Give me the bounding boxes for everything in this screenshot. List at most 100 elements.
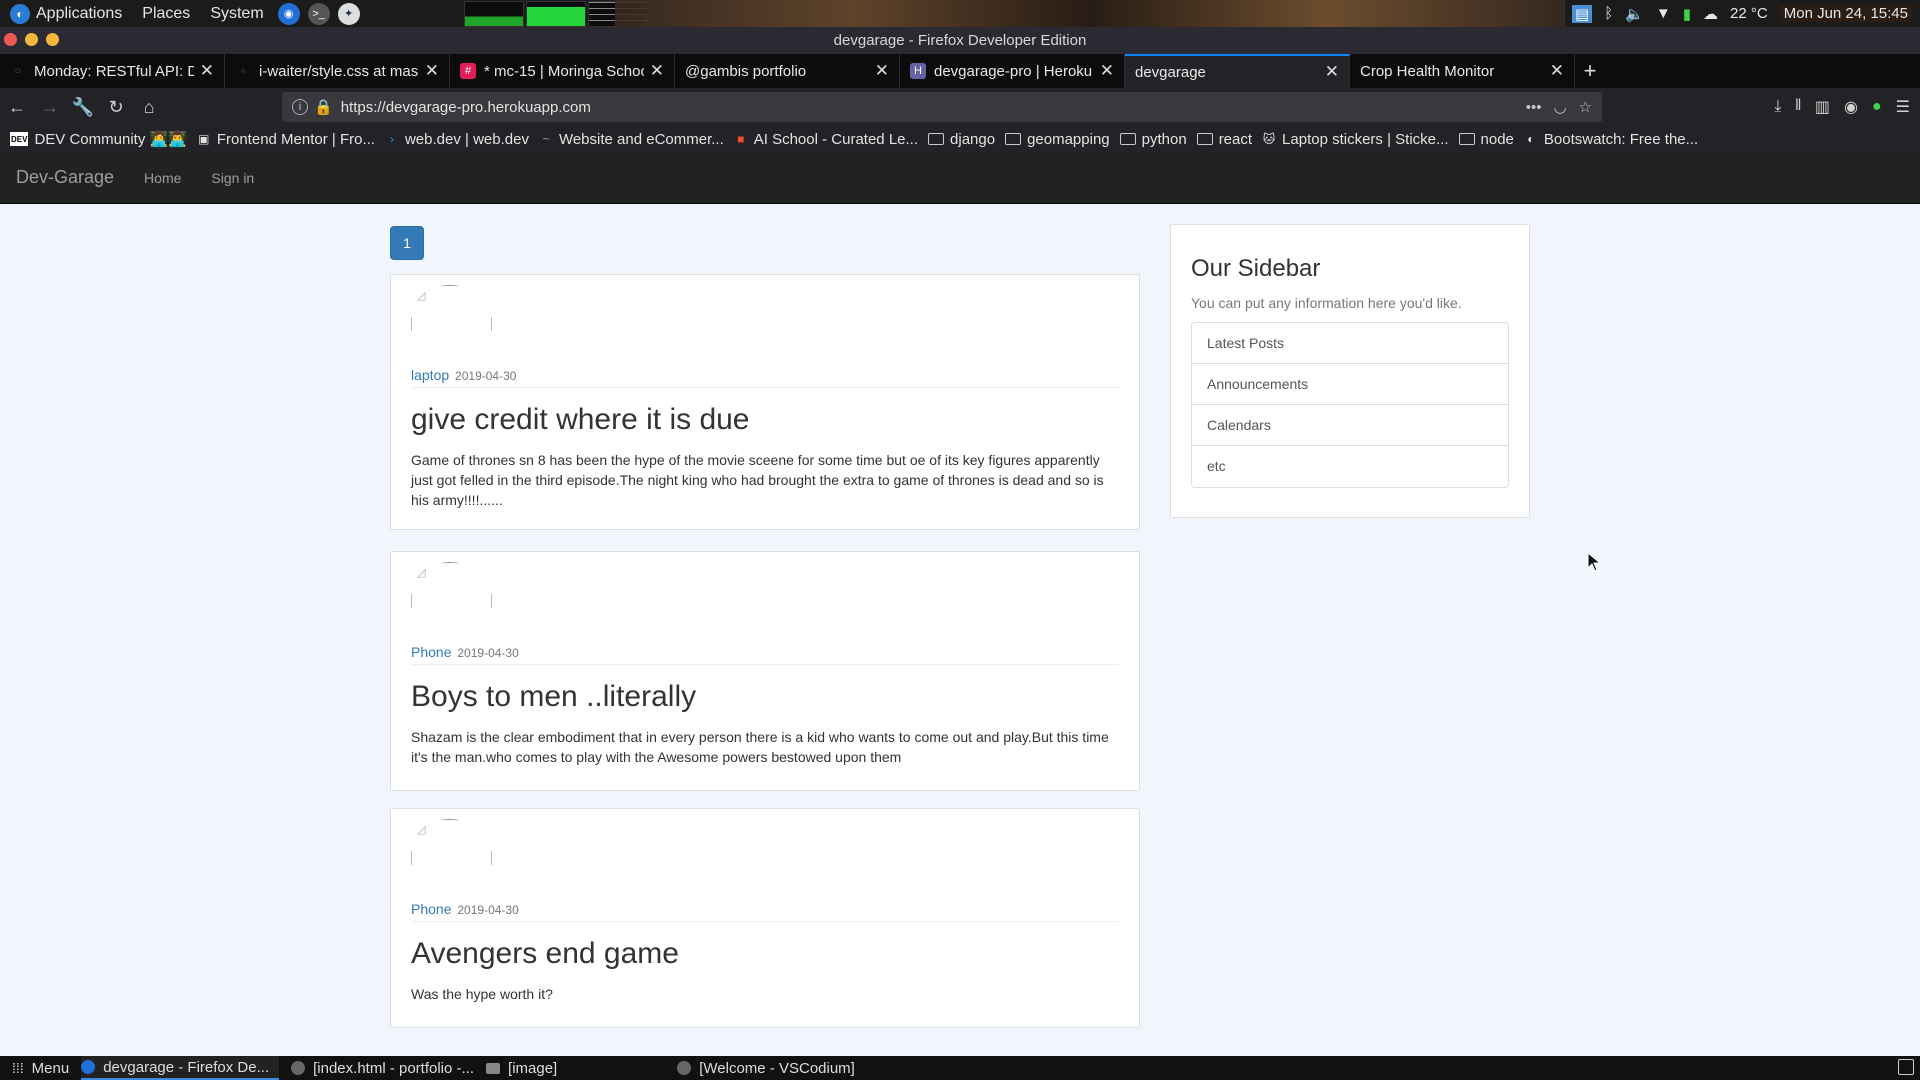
nav-link-home[interactable]: Home: [144, 170, 181, 186]
post-card: ◿ Phone 2019-04-30 Avengers end game Was…: [390, 808, 1140, 1028]
close-tab-icon[interactable]: ✕: [875, 61, 889, 81]
bookmark-ai-school[interactable]: ■ AI School - Curated Le...: [734, 131, 918, 148]
extension-icon[interactable]: ●: [1872, 98, 1882, 116]
tab-i-waiter[interactable]: ● i-waiter/style.css at mas ✕: [225, 54, 450, 88]
close-tab-icon[interactable]: ✕: [650, 61, 664, 81]
reload-button[interactable]: ↻: [100, 91, 132, 123]
close-tab-icon[interactable]: ✕: [1325, 62, 1339, 82]
close-tab-icon[interactable]: ✕: [425, 61, 439, 81]
site-brand[interactable]: Dev-Garage: [16, 167, 114, 188]
close-tab-icon[interactable]: ✕: [1550, 61, 1564, 81]
bookmark-folder-django[interactable]: django: [928, 131, 995, 148]
developer-tools-icon[interactable]: 🔧: [67, 91, 99, 123]
new-tab-button[interactable]: +: [1575, 54, 1605, 88]
lock-icon[interactable]: 🔒: [314, 98, 333, 116]
post-excerpt: Shazam is the clear embodiment that in e…: [411, 729, 1109, 765]
close-window-button[interactable]: [4, 33, 17, 46]
bookmark-website-ecommerce[interactable]: ~ Website and eCommer...: [539, 131, 723, 148]
bookmark-folder-python[interactable]: python: [1119, 131, 1187, 148]
weather-icon[interactable]: ☁: [1703, 5, 1718, 23]
bookmark-laptop-stickers[interactable]: 🐱 Laptop stickers | Sticke...: [1262, 131, 1449, 148]
bluetooth-icon[interactable]: ᛒ: [1604, 5, 1613, 22]
home-button[interactable]: ⌂: [133, 91, 165, 123]
nav-link-sign-in[interactable]: Sign in: [211, 170, 254, 186]
bookmark-folder-react[interactable]: react: [1196, 130, 1253, 148]
post-category-link[interactable]: Phone: [411, 901, 451, 917]
divider: [411, 387, 1119, 388]
taskbar-item-firefox[interactable]: devgarage - Firefox De...: [81, 1056, 280, 1080]
close-tab-icon[interactable]: ✕: [1100, 61, 1114, 81]
back-button[interactable]: ←: [1, 91, 33, 123]
hamburger-menu-icon[interactable]: ☰: [1896, 97, 1910, 117]
pagination-page-1[interactable]: 1: [390, 226, 424, 260]
bookmark-star-icon[interactable]: ☆: [1579, 98, 1592, 116]
forward-button[interactable]: →: [34, 91, 66, 123]
bookmark-dev-community[interactable]: DEV DEV Community 👩‍💻👨‍💻: [10, 130, 187, 148]
tab-crop-health-monitor[interactable]: Crop Health Monitor ✕: [1350, 54, 1575, 88]
sidebar-panel: Our Sidebar You can put any information …: [1170, 224, 1530, 518]
notes-icon[interactable]: ▤: [1572, 4, 1593, 23]
post-date: 2019-04-30: [455, 369, 517, 383]
tab-gambis-portfolio[interactable]: @gambis portfolio ✕: [675, 54, 900, 88]
taskbar: ⁞⁞⁞ Menu devgarage - Firefox De... [inde…: [0, 1056, 1920, 1080]
system-menu[interactable]: System: [200, 0, 273, 27]
sidebar-item-etc[interactable]: etc: [1192, 446, 1508, 487]
pocket-icon[interactable]: ◡: [1553, 98, 1566, 116]
tab-mc-15[interactable]: # * mc-15 | Moringa Schoo ✕: [450, 54, 675, 88]
github-icon: ●: [239, 65, 247, 77]
folder-icon: [1119, 133, 1136, 145]
show-desktop-icon[interactable]: [1898, 1059, 1914, 1075]
sidebar-toggle-icon[interactable]: ▥: [1815, 97, 1830, 117]
bookmark-label: react: [1218, 130, 1253, 148]
post-title[interactable]: Avengers end game: [411, 937, 679, 971]
library-icon[interactable]: 𝍪: [1795, 94, 1800, 121]
taskbar-menu-button[interactable]: ⁞⁞⁞ Menu: [12, 1060, 69, 1077]
vscodium-icon[interactable]: ✦: [337, 2, 360, 25]
firefox-icon[interactable]: ◉: [277, 2, 300, 25]
bookmark-web-dev[interactable]: › web.dev | web.dev: [385, 131, 529, 148]
terminal-icon[interactable]: >_: [307, 2, 330, 25]
battery-icon[interactable]: ▮: [1683, 5, 1691, 23]
sidebar-item-announcements[interactable]: Announcements: [1192, 364, 1508, 405]
applications-menu[interactable]: ◐ Applications: [0, 0, 132, 27]
post-category-link[interactable]: Phone: [411, 644, 451, 660]
vscodium-icon: [677, 1061, 692, 1075]
site-info-icon[interactable]: i: [292, 99, 308, 115]
minimize-window-button[interactable]: [25, 33, 38, 46]
clock[interactable]: Mon Jun 24, 15:45: [1779, 5, 1912, 22]
sticker-icon: 🐱: [1262, 132, 1276, 146]
frontend-mentor-icon: ▣: [198, 132, 210, 146]
downloads-icon[interactable]: ⤓: [1774, 98, 1781, 116]
tab-heroku[interactable]: H devgarage-pro | Heroku ✕: [900, 54, 1125, 88]
post-title[interactable]: give credit where it is due: [411, 403, 750, 437]
post-category-link[interactable]: laptop: [411, 367, 449, 383]
tab-devgarage[interactable]: devgarage ✕: [1125, 54, 1350, 88]
tab-restful-api[interactable]: ○ Monday: RESTful API: Dj ✕: [0, 54, 225, 88]
sidebar-item-calendars[interactable]: Calendars: [1192, 405, 1508, 446]
sidebar-item-latest-posts[interactable]: Latest Posts: [1192, 323, 1508, 364]
url-bar[interactable]: i 🔒 https://devgarage-pro.herokuapp.com …: [282, 92, 1602, 122]
wifi-icon[interactable]: ▼: [1656, 5, 1671, 22]
taskbar-item-vscodium-index[interactable]: [index.html - portfolio -...: [291, 1060, 474, 1077]
url-text[interactable]: https://devgarage-pro.herokuapp.com: [341, 99, 1514, 116]
weather-temperature[interactable]: 22 °C: [1730, 5, 1768, 22]
bookmark-bootswatch[interactable]: ◐ Bootswatch: Free the...: [1524, 131, 1698, 148]
slack-icon: #: [460, 63, 476, 79]
bookmark-label: django: [950, 130, 996, 148]
post-title[interactable]: Boys to men ..literally: [411, 680, 696, 714]
bookmark-frontend-mentor[interactable]: ▣ Frontend Mentor | Fro...: [197, 131, 375, 148]
bookmark-folder-geomapping[interactable]: geomapping: [1005, 131, 1110, 148]
site-navbar: Dev-Garage Home Sign in: [0, 152, 1920, 204]
taskbar-item-image-folder[interactable]: [image]: [486, 1060, 557, 1077]
places-menu[interactable]: Places: [132, 0, 200, 27]
close-tab-icon[interactable]: ✕: [200, 61, 214, 81]
taskbar-item-vscodium-welcome[interactable]: [Welcome - VSCodium]: [677, 1060, 855, 1077]
divider: [411, 664, 1119, 665]
window-titlebar[interactable]: devgarage - Firefox Developer Edition: [0, 27, 1920, 54]
bookmark-folder-node[interactable]: node: [1458, 131, 1514, 148]
account-icon[interactable]: ◉: [1844, 97, 1858, 117]
maximize-window-button[interactable]: [46, 33, 59, 46]
volume-icon[interactable]: 🔈: [1625, 5, 1644, 23]
page-actions-icon[interactable]: •••: [1526, 99, 1542, 116]
post-meta: laptop 2019-04-30: [411, 367, 516, 383]
